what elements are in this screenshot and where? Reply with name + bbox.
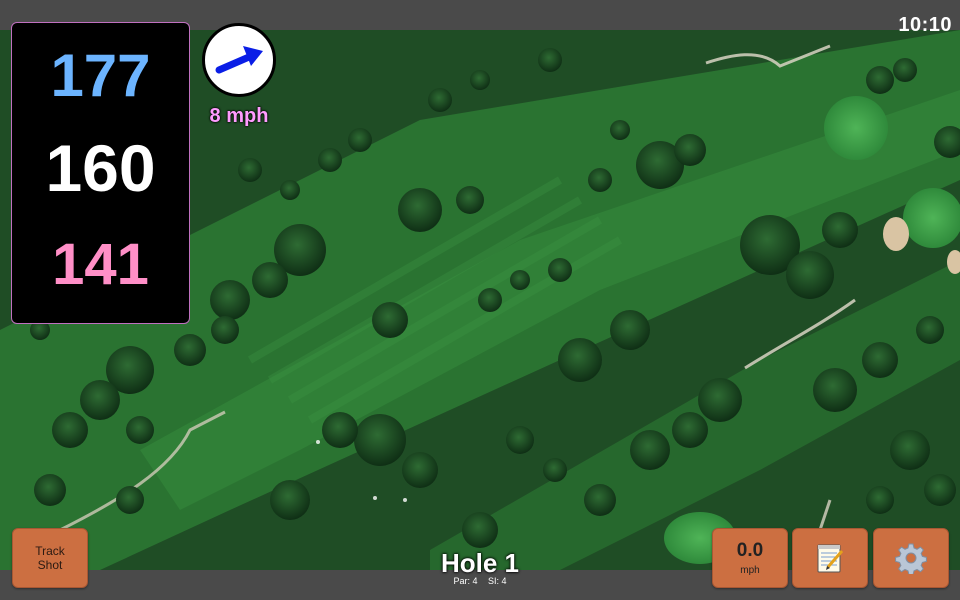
speed-value: 0.0 bbox=[736, 540, 764, 561]
wind-indicator bbox=[202, 23, 276, 97]
app-screen: 10:10 177 160 141 8 mph Track Shot Hole … bbox=[0, 0, 960, 600]
hole-par: Par: 4 bbox=[453, 576, 478, 586]
gear-icon bbox=[895, 543, 927, 574]
speed-button[interactable]: 0.0 mph bbox=[712, 528, 788, 588]
wind-speed: 8 mph bbox=[209, 105, 269, 127]
hole-title: Hole 1 bbox=[440, 548, 520, 578]
speed-unit: mph bbox=[740, 565, 760, 576]
distance-front: 141 bbox=[52, 232, 149, 297]
track-shot-label-line1: Track bbox=[35, 544, 65, 558]
track-shot-label-line2: Shot bbox=[37, 558, 63, 572]
notes-button[interactable] bbox=[792, 528, 868, 588]
distance-back: 177 bbox=[50, 42, 151, 109]
hole-stroke-index: SI: 4 bbox=[488, 576, 507, 586]
hole-info: Par: 4 SI: 4 bbox=[380, 576, 580, 586]
track-shot-button[interactable]: Track Shot bbox=[12, 528, 88, 588]
notepad-icon bbox=[817, 544, 844, 573]
distance-middle: 160 bbox=[45, 131, 156, 205]
clock: 10:10 bbox=[898, 14, 952, 36]
wind-direction-arrow-icon bbox=[215, 46, 263, 74]
distance-panel: 177 160 141 bbox=[11, 22, 190, 324]
settings-button[interactable] bbox=[873, 528, 949, 588]
